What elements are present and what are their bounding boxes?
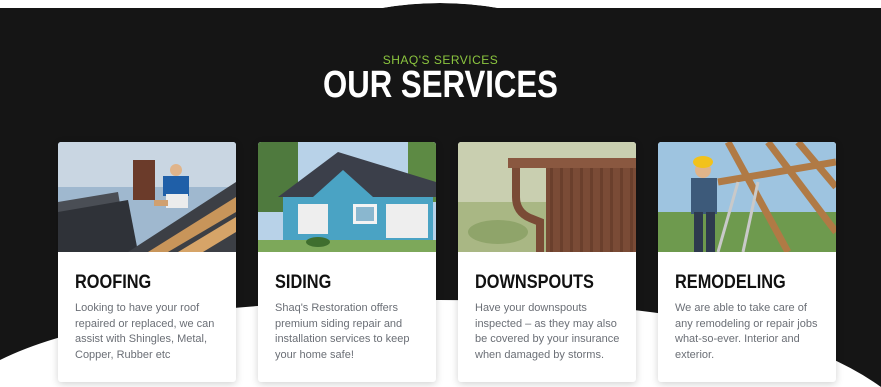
service-description: Shaq's Restoration offers premium siding… (275, 302, 410, 361)
service-title: SIDING (275, 272, 332, 293)
service-description: Looking to have your roof repaired or re… (75, 302, 215, 361)
service-card-downspouts[interactable]: DOWNSPOUTS Have your downspouts inspecte… (458, 142, 636, 382)
siding-photo (258, 142, 436, 252)
service-title: DOWNSPOUTS (475, 272, 594, 293)
services-section: SHAQ'S SERVICES OUR SERVICES ROOFING Loo… (0, 0, 881, 387)
remodeling-photo (658, 142, 836, 252)
service-card-remodeling[interactable]: REMODELING We are able to take care of a… (658, 142, 836, 382)
service-card-roofing[interactable]: ROOFING Looking to have your roof repair… (58, 142, 236, 382)
roofing-photo (58, 142, 236, 252)
service-description: Have your downspouts inspected – as they… (475, 302, 620, 361)
service-description: We are able to take care of any remodeli… (675, 302, 818, 361)
downspouts-photo (458, 142, 636, 252)
section-title: OUR SERVICES (323, 64, 558, 106)
service-card-siding[interactable]: SIDING Shaq's Restoration offers premium… (258, 142, 436, 382)
service-title: REMODELING (675, 272, 786, 293)
service-title: ROOFING (75, 272, 152, 293)
services-card-list: ROOFING Looking to have your roof repair… (58, 142, 838, 387)
